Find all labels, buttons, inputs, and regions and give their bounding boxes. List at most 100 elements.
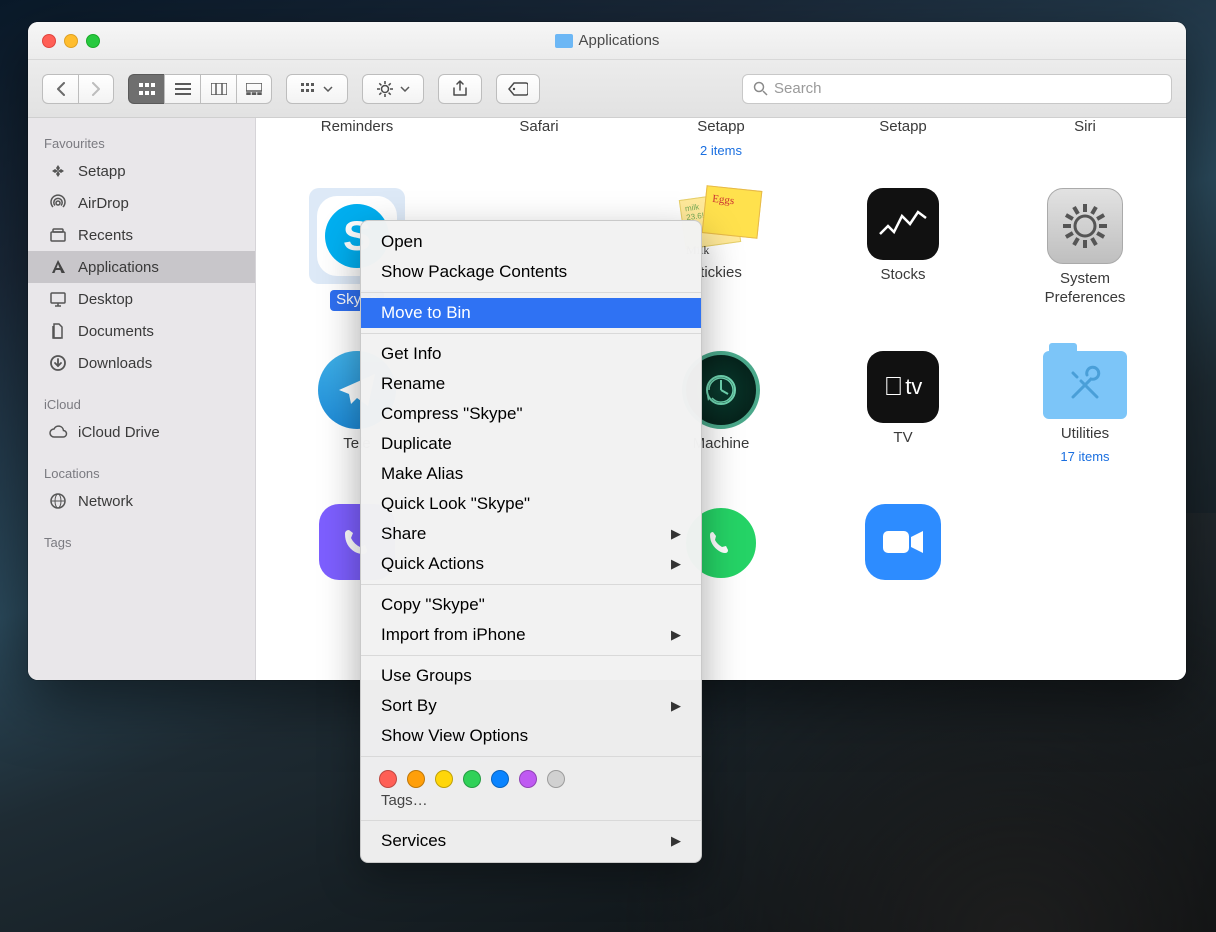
share-button[interactable] xyxy=(438,74,482,104)
tags-button[interactable] xyxy=(496,74,540,104)
tag-color-dot[interactable] xyxy=(491,770,509,788)
context-menu: Open Show Package Contents Move to Bin Get … xyxy=(360,220,702,863)
titlebar: Applications xyxy=(28,22,1186,60)
app-item-stocks[interactable]: Stocks xyxy=(812,188,994,311)
sidebar-item-label: Downloads xyxy=(78,355,152,372)
app-item-setapp[interactable]: Setapp2 items xyxy=(630,118,812,158)
menu-item-label: Make Alias xyxy=(381,464,463,484)
minimize-window-button[interactable] xyxy=(64,34,78,48)
applications-icon xyxy=(48,258,68,276)
app-label: Reminders xyxy=(321,118,394,137)
app-item-safari[interactable]: Safari xyxy=(448,118,630,158)
app-item-siri[interactable]: Siri xyxy=(994,118,1176,158)
menu-item-quick-actions[interactable]: Quick Actions▶ xyxy=(361,549,701,579)
submenu-arrow-icon: ▶ xyxy=(671,698,681,714)
menu-item-make-alias[interactable]: Make Alias xyxy=(361,459,701,489)
nav-buttons xyxy=(42,74,114,104)
menu-item-label: Duplicate xyxy=(381,434,452,454)
sidebar-item-documents[interactable]: Documents xyxy=(28,315,255,347)
documents-icon xyxy=(48,322,68,340)
sidebar-heading: Locations xyxy=(28,462,255,485)
sidebar-item-desktop[interactable]: Desktop xyxy=(28,283,255,315)
menu-item-label: Show Package Contents xyxy=(381,262,567,282)
sidebar-item-label: Setapp xyxy=(78,163,126,180)
menu-item-label: Copy "Skype" xyxy=(381,595,485,615)
app-label: tickies xyxy=(700,264,742,283)
column-view-button[interactable] xyxy=(200,74,236,104)
menu-item-duplicate[interactable]: Duplicate xyxy=(361,429,701,459)
sidebar-heading: Favourites xyxy=(28,132,255,155)
tag-color-dot[interactable] xyxy=(407,770,425,788)
zoom-window-button[interactable] xyxy=(86,34,100,48)
app-item-setapp[interactable]: Setapp xyxy=(812,118,994,158)
menu-item-show-package-contents[interactable]: Show Package Contents xyxy=(361,257,701,287)
gallery-view-button[interactable] xyxy=(236,74,272,104)
menu-item-use-groups[interactable]: Use Groups xyxy=(361,661,701,691)
recents-icon xyxy=(48,226,68,244)
menu-item-copy-skype[interactable]: Copy "Skype" xyxy=(361,590,701,620)
menu-item-move-to-bin[interactable]: Move to Bin xyxy=(361,298,701,328)
sidebar-heading: Tags xyxy=(28,531,255,554)
sidebar-item-label: Network xyxy=(78,493,133,510)
close-window-button[interactable] xyxy=(42,34,56,48)
menu-item-compress-skype[interactable]: Compress "Skype" xyxy=(361,399,701,429)
menu-item-rename[interactable]: Rename xyxy=(361,369,701,399)
app-item-utilities[interactable]: Utilities17 items xyxy=(994,351,1176,465)
tag-color-dot[interactable] xyxy=(463,770,481,788)
menu-item-services[interactable]: Services▶ xyxy=(361,826,701,856)
tag-color-dot[interactable] xyxy=(435,770,453,788)
sidebar-item-downloads[interactable]: Downloads xyxy=(28,347,255,379)
app-item-tv[interactable]: tvTV xyxy=(812,351,994,465)
list-view-button[interactable] xyxy=(164,74,200,104)
sidebar-item-label: iCloud Drive xyxy=(78,424,160,441)
forward-button[interactable] xyxy=(78,74,114,104)
menu-item-label: Sort By xyxy=(381,696,437,716)
app-item-system[interactable]: System Preferences xyxy=(994,188,1176,311)
app-item-spacer xyxy=(994,504,1176,590)
sidebar-item-label: Applications xyxy=(78,259,159,276)
sidebar-item-label: Documents xyxy=(78,323,154,340)
sysprefs-icon xyxy=(1047,188,1123,264)
window-title-text: Applications xyxy=(579,32,660,49)
app-item-zoom[interactable] xyxy=(812,504,994,590)
tag-color-dot[interactable] xyxy=(519,770,537,788)
app-subtitle: 2 items xyxy=(700,143,742,158)
menu-item-quick-look-skype[interactable]: Quick Look "Skype" xyxy=(361,489,701,519)
sidebar-item-recents[interactable]: Recents xyxy=(28,219,255,251)
submenu-arrow-icon: ▶ xyxy=(671,833,681,849)
utilities-icon xyxy=(1043,351,1127,419)
tv-icon: tv xyxy=(867,351,939,423)
icon-view-button[interactable] xyxy=(128,74,164,104)
spacer-icon xyxy=(1045,504,1125,584)
menu-item-tags[interactable]: Tags… xyxy=(361,790,701,815)
sidebar-item-label: Recents xyxy=(78,227,133,244)
sidebar-item-network[interactable]: Network xyxy=(28,485,255,517)
search-placeholder: Search xyxy=(774,80,822,97)
search-icon xyxy=(753,81,768,96)
app-item-reminders[interactable]: Reminders xyxy=(266,118,448,158)
window-title: Applications xyxy=(555,32,660,49)
group-by-button[interactable] xyxy=(286,74,348,104)
sidebar-item-label: AirDrop xyxy=(78,195,129,212)
sidebar-item-icloud-drive[interactable]: iCloud Drive xyxy=(28,416,255,448)
sidebar-item-airdrop[interactable]: AirDrop xyxy=(28,187,255,219)
sidebar-item-setapp[interactable]: Setapp xyxy=(28,155,255,187)
back-button[interactable] xyxy=(42,74,78,104)
tag-color-dot[interactable] xyxy=(379,770,397,788)
menu-item-import-from-iphone[interactable]: Import from iPhone▶ xyxy=(361,620,701,650)
menu-item-label: Quick Look "Skype" xyxy=(381,494,530,514)
airdrop-icon xyxy=(48,194,68,212)
tag-color-dot[interactable] xyxy=(547,770,565,788)
menu-item-show-view-options[interactable]: Show View Options xyxy=(361,721,701,751)
submenu-arrow-icon: ▶ xyxy=(671,627,681,643)
menu-item-sort-by[interactable]: Sort By ▶ xyxy=(361,691,701,721)
action-button[interactable] xyxy=(362,74,424,104)
menu-item-share[interactable]: Share▶ xyxy=(361,519,701,549)
sidebar-item-label: Desktop xyxy=(78,291,133,308)
menu-item-open[interactable]: Open xyxy=(361,227,701,257)
icloud-icon xyxy=(48,425,68,439)
sidebar-item-applications[interactable]: Applications xyxy=(28,251,255,283)
menu-item-get-info[interactable]: Get Info xyxy=(361,339,701,369)
app-label: Stocks xyxy=(880,266,925,285)
search-field[interactable]: Search xyxy=(742,74,1172,104)
